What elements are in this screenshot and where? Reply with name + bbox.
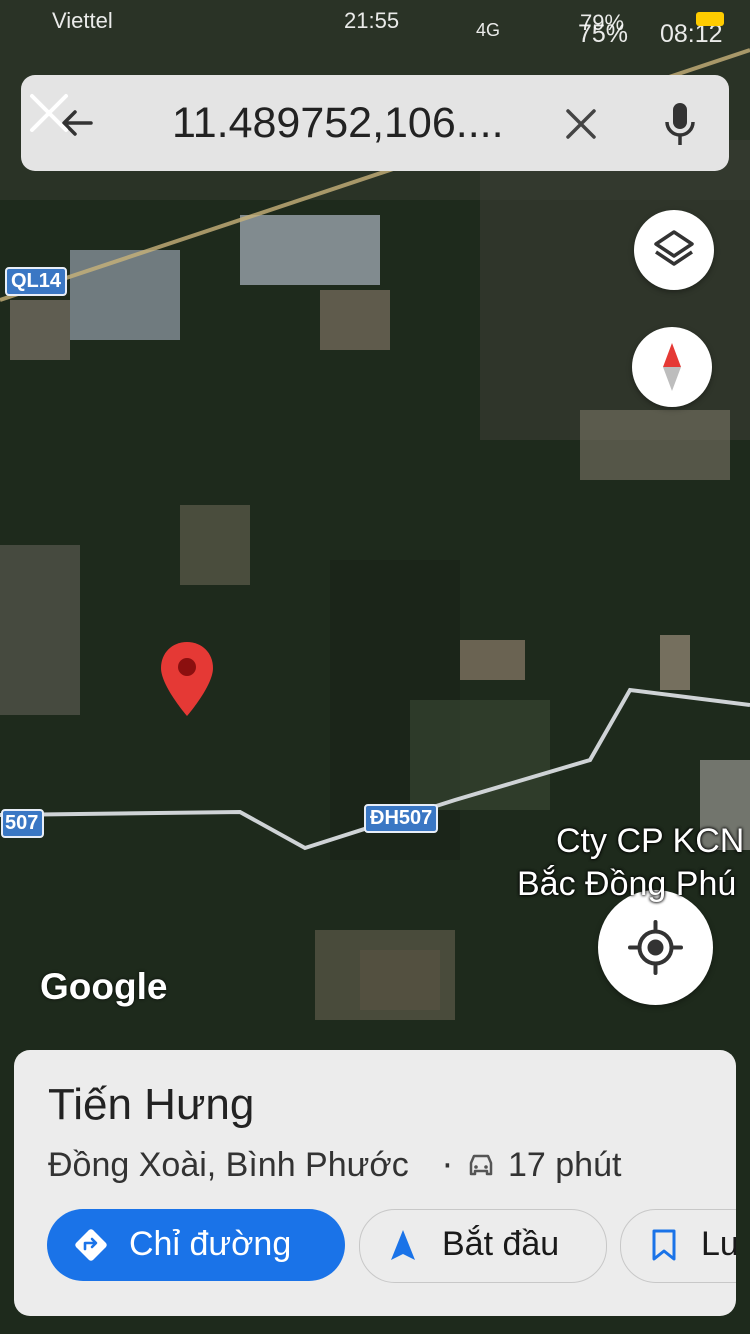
start-label: Bắt đầu — [442, 1225, 560, 1263]
bookmark-icon — [652, 1229, 676, 1261]
map-place-label-line2[interactable]: Bắc Đồng Phú — [517, 865, 736, 904]
close-overlay-icon[interactable] — [28, 92, 70, 134]
my-location-icon — [628, 920, 683, 975]
compass-icon — [663, 343, 681, 391]
map-place-label-line1[interactable]: Cty CP KCN — [556, 822, 744, 861]
directions-label: Chỉ đường — [129, 1225, 292, 1263]
road-label-507: 507 — [1, 809, 45, 838]
place-info-sheet[interactable]: Tiến Hưng Đồng Xoài, Bình Phước · 17 phú… — [14, 1050, 736, 1316]
map-layers-button[interactable] — [634, 210, 714, 290]
compass-button[interactable] — [632, 327, 712, 407]
microphone-icon[interactable] — [662, 100, 698, 148]
navigation-arrow-icon — [391, 1230, 415, 1260]
google-logo: Google — [40, 966, 168, 1007]
clear-search-icon[interactable] — [562, 105, 600, 143]
status-time: 21:55 — [344, 8, 400, 33]
network-type: 4G — [476, 20, 501, 40]
my-location-button[interactable] — [598, 890, 713, 1005]
battery-icon — [696, 12, 724, 26]
battery-percent-bottom: 75% — [578, 20, 629, 48]
maps-screen: Viettel 21:55 79% 4G 75% 08:12 11.489752… — [0, 0, 750, 1334]
directions-icon — [75, 1229, 107, 1261]
status-bar: Viettel 21:55 79% 4G 75% 08:12 — [0, 0, 750, 48]
save-label: Lưu — [701, 1225, 736, 1263]
road-label-dh507: ĐH507 — [364, 804, 439, 833]
travel-time: 17 phút — [508, 1146, 622, 1184]
search-query-text[interactable]: 11.489752,106.... — [172, 99, 504, 148]
start-navigation-button[interactable]: Bắt đầu — [359, 1209, 607, 1283]
separator-dot: · — [442, 1146, 453, 1186]
car-icon — [469, 1154, 493, 1176]
directions-button[interactable]: Chỉ đường — [47, 1209, 345, 1281]
save-button[interactable]: Lưu — [620, 1209, 736, 1283]
place-address: Đồng Xoài, Bình Phước — [48, 1146, 409, 1184]
carrier-label: Viettel — [52, 8, 113, 33]
place-title: Tiến Hưng — [48, 1080, 255, 1129]
location-pin-icon[interactable] — [158, 640, 216, 718]
road-label-ql14: QL14 — [5, 267, 68, 296]
layers-icon — [654, 230, 694, 266]
